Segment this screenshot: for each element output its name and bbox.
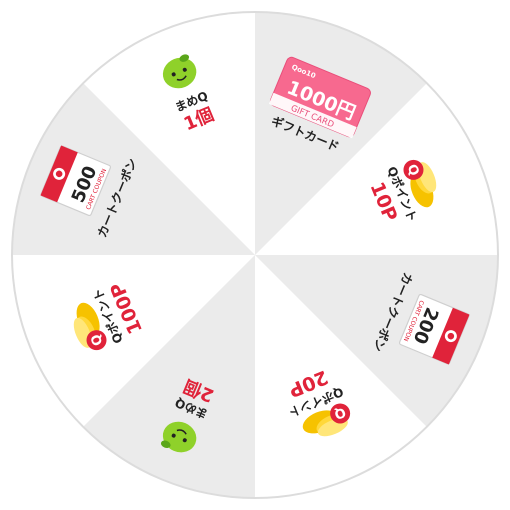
wheel-segments — [13, 13, 497, 497]
prize-wheel[interactable]: Qoo10 1000円 GIFT CARD ギフトカード Q Qポイント 10P — [0, 0, 510, 510]
